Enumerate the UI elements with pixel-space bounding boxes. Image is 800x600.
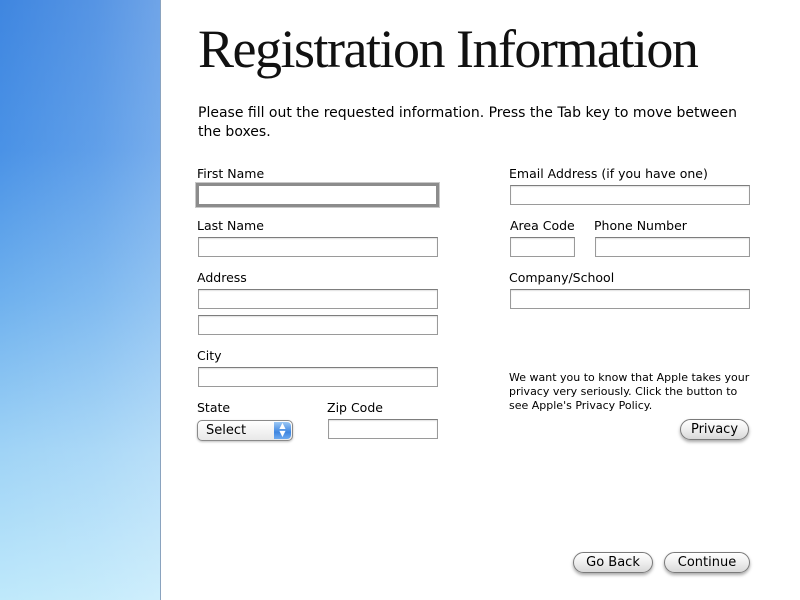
city-field[interactable] <box>198 367 438 387</box>
last-name-label: Last Name <box>197 218 264 233</box>
page-title: Registration Information <box>198 19 699 79</box>
email-field[interactable] <box>510 185 750 205</box>
state-select[interactable]: Select ▲ ▼ <box>197 420 293 441</box>
area-code-field[interactable] <box>510 237 575 257</box>
privacy-note: We want you to know that Apple takes you… <box>509 371 750 412</box>
area-code-label: Area Code <box>510 218 575 233</box>
company-school-field[interactable] <box>510 289 750 309</box>
up-down-arrows-icon: ▲ ▼ <box>274 422 291 439</box>
zip-code-field[interactable] <box>328 419 438 439</box>
phone-number-label: Phone Number <box>594 218 687 233</box>
state-label: State <box>197 400 231 415</box>
address-line2-field[interactable] <box>198 315 438 335</box>
sidebar-gradient <box>0 0 161 600</box>
address-line1-field[interactable] <box>198 289 438 309</box>
first-name-label: First Name <box>197 166 265 181</box>
city-label: City <box>197 348 222 363</box>
continue-button[interactable]: Continue <box>664 552 750 573</box>
privacy-button[interactable]: Privacy <box>680 419 749 440</box>
first-name-field[interactable] <box>196 183 439 207</box>
state-select-value: Select <box>206 423 247 438</box>
address-label: Address <box>197 270 247 285</box>
company-school-label: Company/School <box>509 270 615 285</box>
phone-number-field[interactable] <box>595 237 750 257</box>
email-label: Email Address (if you have one) <box>509 166 708 181</box>
last-name-field[interactable] <box>198 237 438 257</box>
go-back-button[interactable]: Go Back <box>573 552 653 573</box>
zip-code-label: Zip Code <box>327 400 383 415</box>
instructions-text: Please fill out the requested informatio… <box>198 105 738 140</box>
